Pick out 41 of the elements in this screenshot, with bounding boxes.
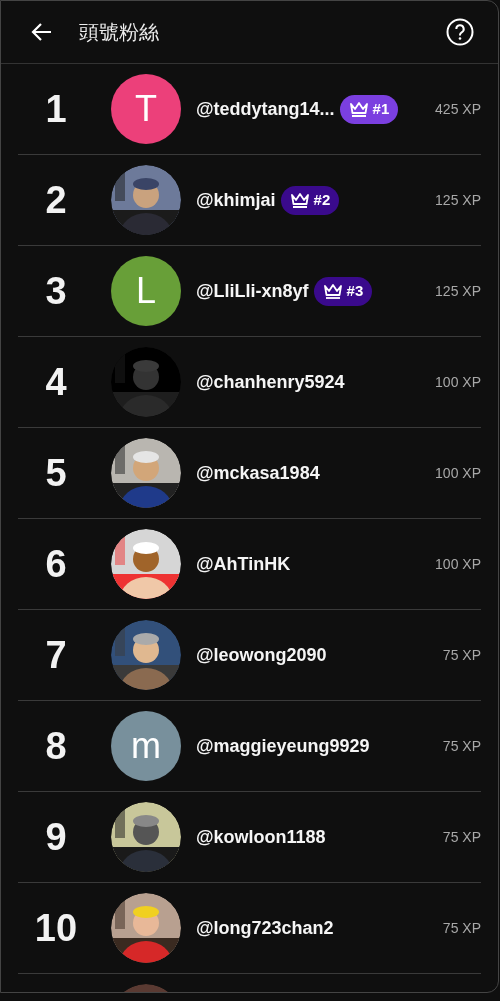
avatar: L (111, 256, 181, 326)
rank-badge: #3 (313, 276, 373, 306)
xp-points: 425 XP (435, 99, 481, 119)
crown-icon (322, 283, 343, 299)
rank-number: 10 (34, 905, 78, 951)
rank-number: 9 (45, 814, 67, 860)
rank-badge: #1 (339, 94, 399, 124)
xp-points: 125 XP (435, 281, 481, 301)
help-button[interactable] (446, 18, 474, 46)
username: @kowloon1188 (196, 825, 326, 849)
crown-icon (348, 101, 369, 117)
rank-number: 3 (45, 268, 67, 314)
rank-number: 7 (45, 632, 67, 678)
rank-number: 2 (45, 177, 67, 223)
username: @teddytang14... (196, 97, 335, 121)
username: @maggieyeung9929 (196, 734, 370, 758)
xp-points: 75 XP (442, 918, 481, 938)
rank-number: 5 (45, 450, 67, 496)
xp-points: 100 XP (435, 372, 481, 392)
crown-icon (289, 192, 310, 208)
xp-points: 75 XP (442, 645, 481, 665)
rank-number: 1 (45, 86, 67, 132)
xp-points: 100 XP (435, 554, 481, 574)
rank-number: 6 (45, 541, 67, 587)
username: @mckasa1984 (196, 461, 320, 485)
username: @LliLli-xn8yf (196, 279, 309, 303)
rank-badge: #2 (280, 185, 340, 215)
username: @leowong2090 (196, 643, 327, 667)
username: @chanhenry5924 (196, 370, 345, 394)
xp-points: 75 XP (442, 827, 481, 847)
username: @AhTinHK (196, 552, 291, 576)
rank-number: 8 (45, 723, 67, 769)
avatar: T (111, 74, 181, 144)
username: @long723chan2 (196, 916, 334, 940)
xp-points: 125 XP (435, 190, 481, 210)
username: @khimjai (196, 188, 276, 212)
xp-points: 100 XP (435, 463, 481, 483)
page-title: 頭號粉絲 (79, 20, 159, 45)
avatar: m (111, 711, 181, 781)
xp-points: 75 XP (442, 736, 481, 756)
rank-number: 4 (45, 359, 67, 405)
